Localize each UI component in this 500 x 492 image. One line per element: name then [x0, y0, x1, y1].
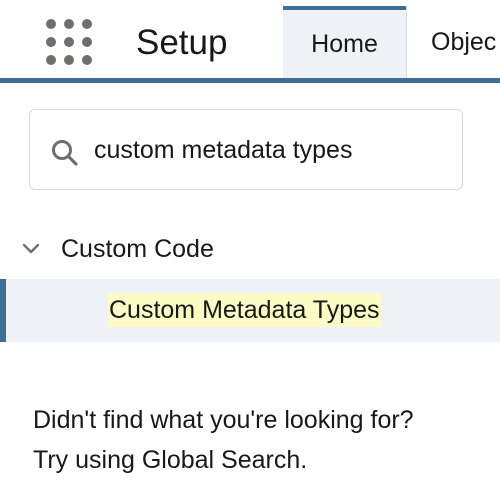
- tree-item-label[interactable]: Custom Metadata Types: [108, 293, 381, 327]
- tree-group-label: Custom Code: [61, 235, 214, 263]
- tree-item-custom-metadata-types[interactable]: Custom Metadata Types: [0, 279, 500, 342]
- no-results-help-text: Didn't find what you're looking for? Try…: [33, 400, 493, 480]
- tree-group-custom-code[interactable]: Custom Code: [0, 226, 500, 272]
- app-launcher-grid-icon[interactable]: [46, 19, 92, 65]
- tab-object-manager[interactable]: Objec: [431, 6, 500, 78]
- setup-header: Setup Home Objec: [0, 0, 500, 78]
- header-accent-bar: [0, 78, 500, 83]
- setup-panel: Setup Home Objec Custom Code Custom Meta…: [0, 0, 500, 492]
- quick-find-input[interactable]: [94, 132, 444, 168]
- tab-home[interactable]: Home: [283, 6, 406, 78]
- chevron-down-icon[interactable]: [21, 239, 41, 259]
- help-text-line-1: Didn't find what you're looking for?: [33, 406, 414, 434]
- selected-indicator-bar: [0, 279, 6, 342]
- global-search-hint: Try using Global Search.: [33, 446, 308, 474]
- tab-divider: [406, 6, 407, 78]
- app-title: Setup: [136, 23, 228, 62]
- search-icon: [52, 140, 78, 166]
- quick-find-box[interactable]: [29, 109, 463, 190]
